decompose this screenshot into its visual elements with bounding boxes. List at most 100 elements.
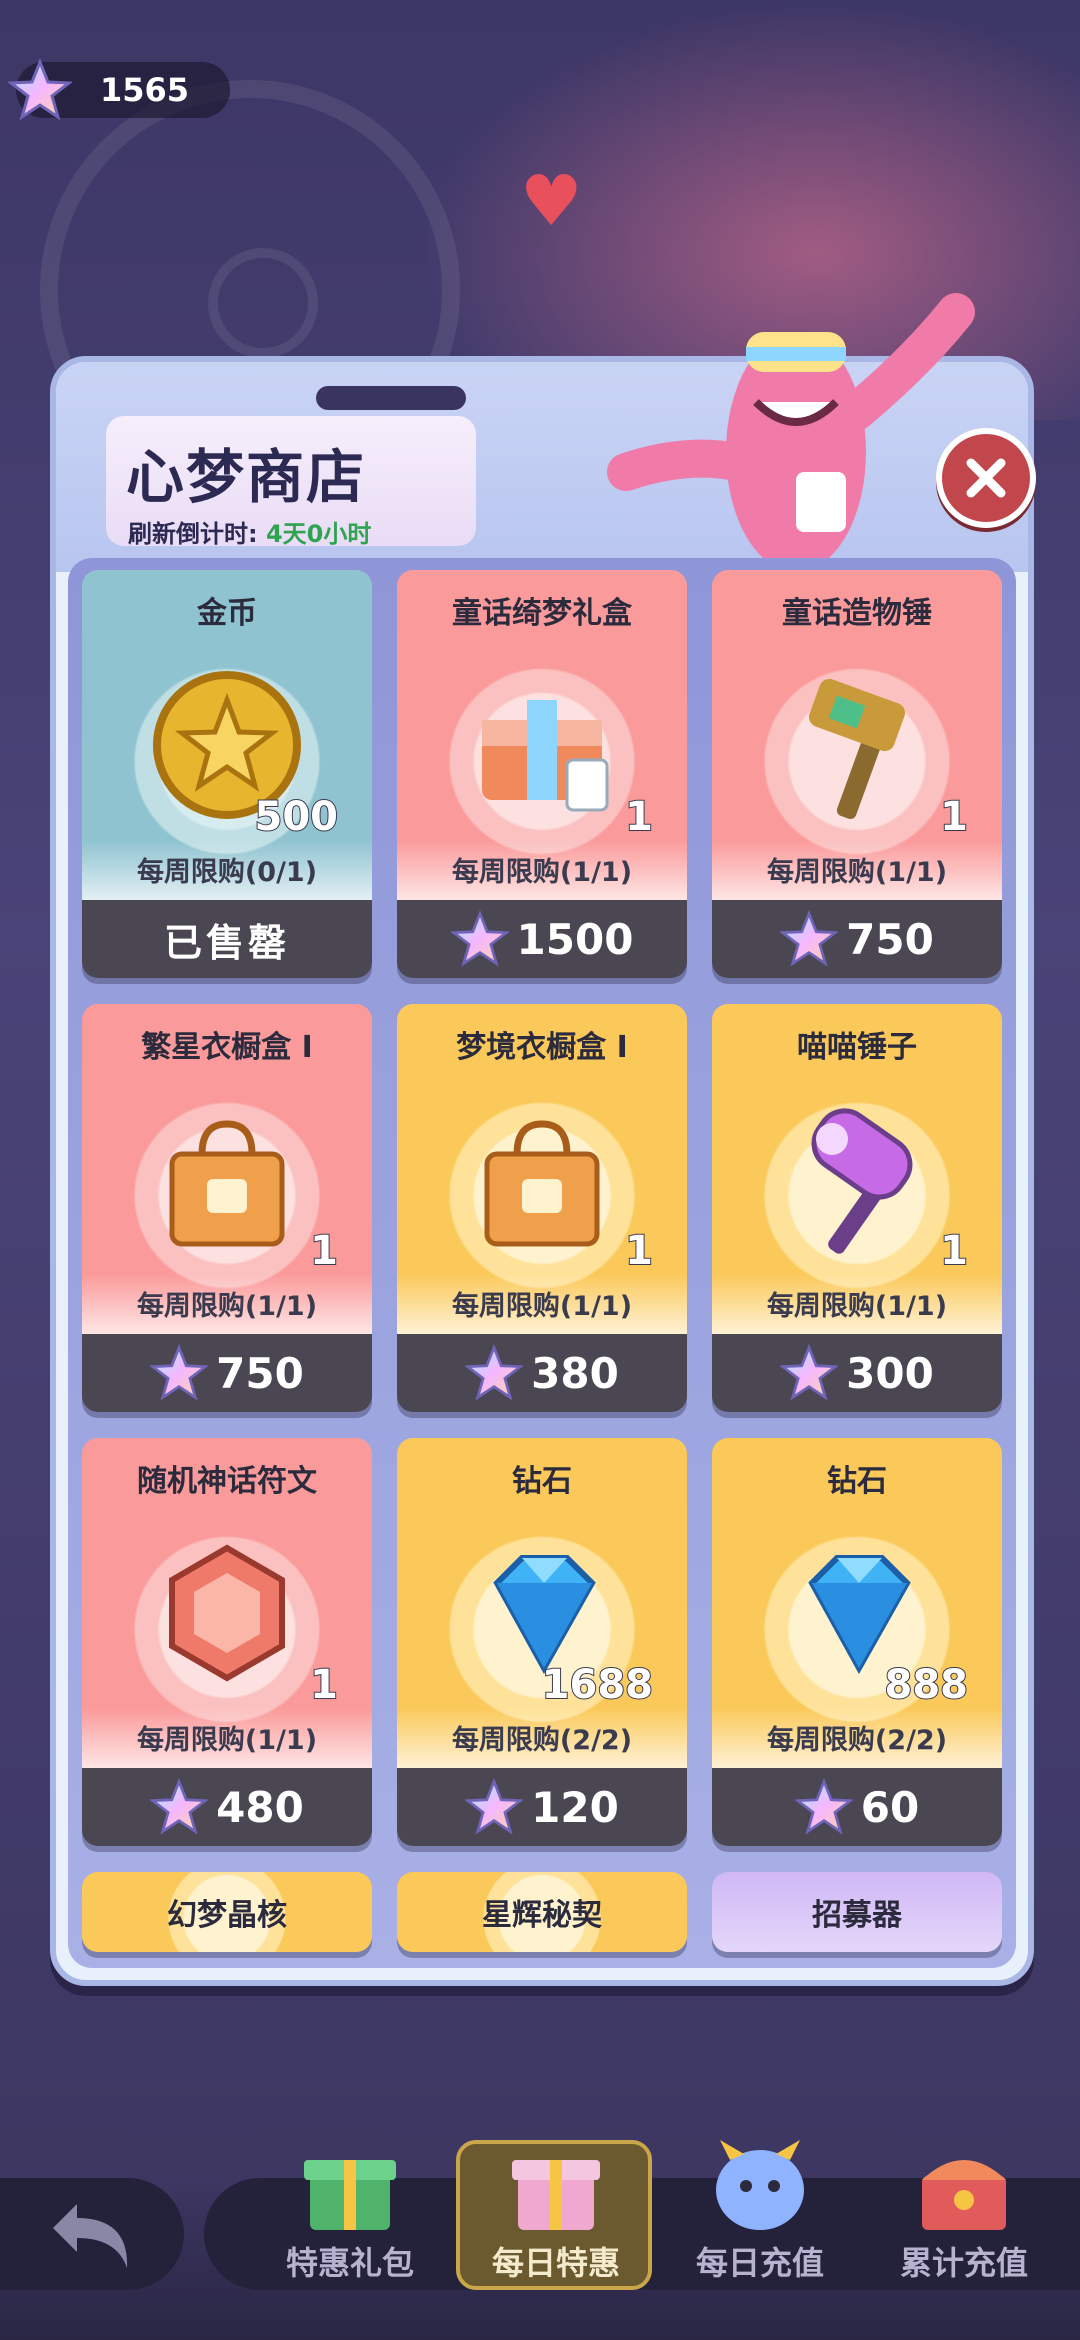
gift-icon [304,2160,396,2230]
heart-icon: ♥ [520,160,583,242]
shop-item-card[interactable]: 金币 500 每周限购(0/1) 已售罄 [82,570,372,978]
tab-daily-topup[interactable]: 每日充值 [660,2130,860,2310]
purchase-limit: 每周限购(0/1) [136,857,318,888]
item-name: 钻石 [827,1464,887,1499]
item-price: 480 [216,1782,304,1832]
item-grid-container: 金币 500 每周限购(0/1) 已售罄 童话绮梦礼盒 1 每周限购(1/1) 1500 童话造… [68,558,1016,1968]
item-name: 繁星衣橱盒 I [141,1030,313,1065]
shop-item-card[interactable]: 钻石 888 每周限购(2/2) 60 [712,1438,1002,1846]
cat-hammer-icon [811,1108,913,1254]
rainbow-star-icon [465,1778,524,1835]
shop-item-card-partial[interactable]: 幻梦晶核 [82,1872,372,1952]
item-quantity: 500 [254,793,339,841]
item-name: 钻石 [512,1464,572,1499]
price-button[interactable]: 750 [712,900,1002,978]
tab-label: 特惠礼包 [285,2244,414,2282]
daily-gift-icon [512,2160,600,2230]
item-name: 幻梦晶核 [167,1898,287,1933]
wardrobe-bag-icon [484,1120,600,1247]
item-name: 星辉秘契 [482,1898,602,1933]
shop-item-card[interactable]: 钻石 1688 每周限购(2/2) 120 [397,1438,687,1846]
currency-display: 1565 [8,58,230,121]
rainbow-star-icon [465,1344,524,1401]
purchase-limit: 每周限购(1/1) [451,1291,633,1322]
item-name: 童话造物锤 [782,596,932,631]
rune-icon [169,1544,285,1682]
price-button[interactable]: 380 [397,1334,687,1412]
item-price: 60 [860,1782,920,1832]
shop-item-card[interactable]: 童话造物锤 1 每周限购(1/1) 750 [712,570,1002,978]
item-name: 招募器 [812,1898,902,1933]
item-name: 梦境衣橱盒 I [456,1030,628,1065]
countdown-value: 4天0小时 [265,520,372,548]
rainbow-star-icon [150,1778,209,1835]
rainbow-star-icon [150,1344,209,1401]
mascot-icon [716,2140,804,2230]
shop-item-card[interactable]: 梦境衣橱盒 I 1 每周限购(1/1) 380 [397,1004,687,1412]
rainbow-star-icon [780,910,839,967]
tab-label: 累计充值 [899,2244,1028,2282]
item-name: 随机神话符文 [137,1464,317,1499]
price-button[interactable]: 60 [712,1768,1002,1846]
tab-label: 每日充值 [695,2244,824,2282]
item-quantity: 888 [884,1661,969,1709]
item-name: 金币 [197,596,257,631]
item-quantity: 1 [624,1227,654,1275]
purchase-limit: 每周限购(2/2) [766,1725,948,1756]
shop-item-card[interactable]: 随机神话符文 1 每周限购(1/1) 480 [82,1438,372,1846]
item-quantity: 1 [939,1227,969,1275]
shop-item-card[interactable]: 繁星衣橱盒 I 1 每周限购(1/1) 750 [82,1004,372,1412]
close-button[interactable] [936,428,1036,528]
gift-box-icon [482,700,609,812]
purchase-limit: 每周限购(2/2) [451,1725,633,1756]
shop-panel: 心梦商店 刷新倒计时: 4天0小时 金币 500 每周限购(0/1) 已售罄 童话绮梦礼… [50,293,1036,1986]
price-button[interactable]: 1500 [397,900,687,978]
tab-label: 每日特惠 [491,2244,620,2282]
currency-amount: 1565 [100,71,190,109]
price-button[interactable]: 300 [712,1334,1002,1412]
tab-cumulative-topup[interactable]: 累计充值 [864,2130,1064,2310]
rainbow-star-icon [450,910,509,967]
item-quantity: 1 [309,1227,339,1275]
rainbow-star-icon [780,1344,839,1401]
tab-special-pack[interactable]: 特惠礼包 [250,2130,450,2310]
item-name: 喵喵锤子 [797,1030,917,1065]
tab-daily-deal[interactable]: 每日特惠 [456,2130,656,2310]
purchase-limit: 每周限购(1/1) [451,857,633,888]
shop-item-card[interactable]: 喵喵锤子 1 每周限购(1/1) 300 [712,1004,1002,1412]
price-button[interactable]: 120 [397,1768,687,1846]
item-quantity: 1688 [541,1661,654,1709]
treasure-icon [922,2160,1006,2230]
price-button[interactable]: 已售罄 [82,900,372,978]
refresh-countdown: 刷新倒计时: 4天0小时 [128,514,371,549]
shop-item-card-partial[interactable]: 星辉秘契 [397,1872,687,1952]
item-grid: 金币 500 每周限购(0/1) 已售罄 童话绮梦礼盒 1 每周限购(1/1) 1500 童话造… [82,570,1006,1952]
back-button[interactable] [0,2178,184,2290]
purchase-limit: 每周限购(1/1) [766,1291,948,1322]
shop-item-card-partial[interactable]: 招募器 [712,1872,1002,1952]
price-button[interactable]: 480 [82,1768,372,1846]
item-name: 童话绮梦礼盒 [452,596,632,631]
item-price: 380 [531,1348,619,1398]
item-price: 300 [846,1348,934,1398]
item-quantity: 1 [309,1661,339,1709]
item-quantity: 1 [624,793,654,841]
back-arrow-icon [53,2204,128,2268]
purchase-limit: 每周限购(1/1) [136,1725,318,1756]
rainbow-star-icon [8,58,72,121]
item-price: 1500 [516,914,634,964]
shop-title: 心梦商店 [126,443,367,511]
panel-handle [316,386,466,410]
close-icon [966,458,1006,498]
sold-out-label: 已售罄 [163,920,290,965]
rainbow-star-icon [794,1778,853,1835]
item-price: 750 [846,914,934,964]
item-price: 750 [216,1348,304,1398]
wardrobe-bag-icon [169,1120,285,1247]
purchase-limit: 每周限购(1/1) [136,1291,318,1322]
hammer-icon [808,678,906,820]
price-button[interactable]: 750 [82,1334,372,1412]
item-price: 120 [531,1782,619,1832]
mascot-illustration [607,293,975,572]
shop-item-card[interactable]: 童话绮梦礼盒 1 每周限购(1/1) 1500 [397,570,687,978]
